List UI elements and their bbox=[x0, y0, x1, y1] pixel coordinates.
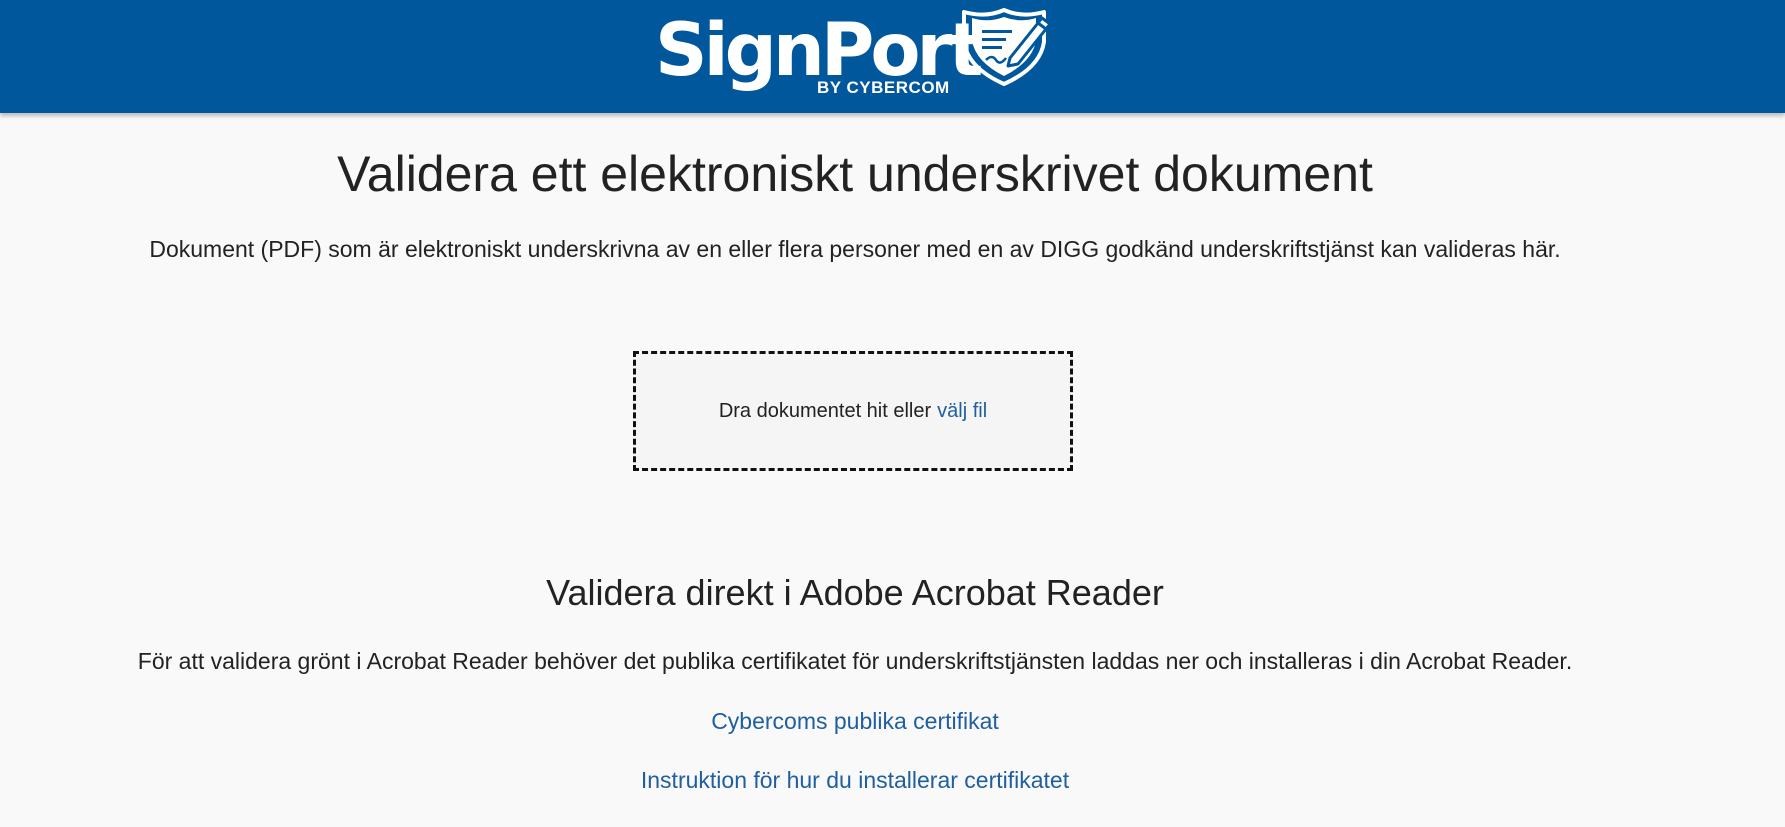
certificate-link-row: Cybercoms publika certifikat bbox=[0, 706, 1710, 736]
install-instructions-link[interactable]: Instruktion för hur du installerar certi… bbox=[641, 767, 1069, 793]
logo-subtitle: BY CYBERCOM bbox=[817, 78, 950, 97]
file-dropzone[interactable]: Dra dokumentet hit eller välj fil bbox=[633, 351, 1073, 471]
site-header: SignPort BY CYBERCOM bbox=[0, 0, 1785, 113]
instructions-link-row: Instruktion för hur du installerar certi… bbox=[0, 765, 1710, 795]
dropzone-text: Dra dokumentet hit eller bbox=[718, 399, 932, 422]
choose-file-link[interactable]: välj fil bbox=[937, 400, 987, 423]
acrobat-section-title: Validera direkt i Adobe Acrobat Reader bbox=[546, 572, 1164, 613]
intro-text: Dokument (PDF) som är elektroniskt under… bbox=[149, 236, 1561, 262]
shield-pen-icon bbox=[962, 8, 1052, 86]
public-certificate-link[interactable]: Cybercoms publika certifikat bbox=[711, 708, 999, 734]
page-title: Validera ett elektroniskt underskrivet d… bbox=[337, 146, 1373, 202]
acrobat-section-text: För att validera grönt i Acrobat Reader … bbox=[137, 648, 1573, 674]
signport-logo[interactable]: SignPort BY CYBERCOM bbox=[655, 6, 1055, 101]
